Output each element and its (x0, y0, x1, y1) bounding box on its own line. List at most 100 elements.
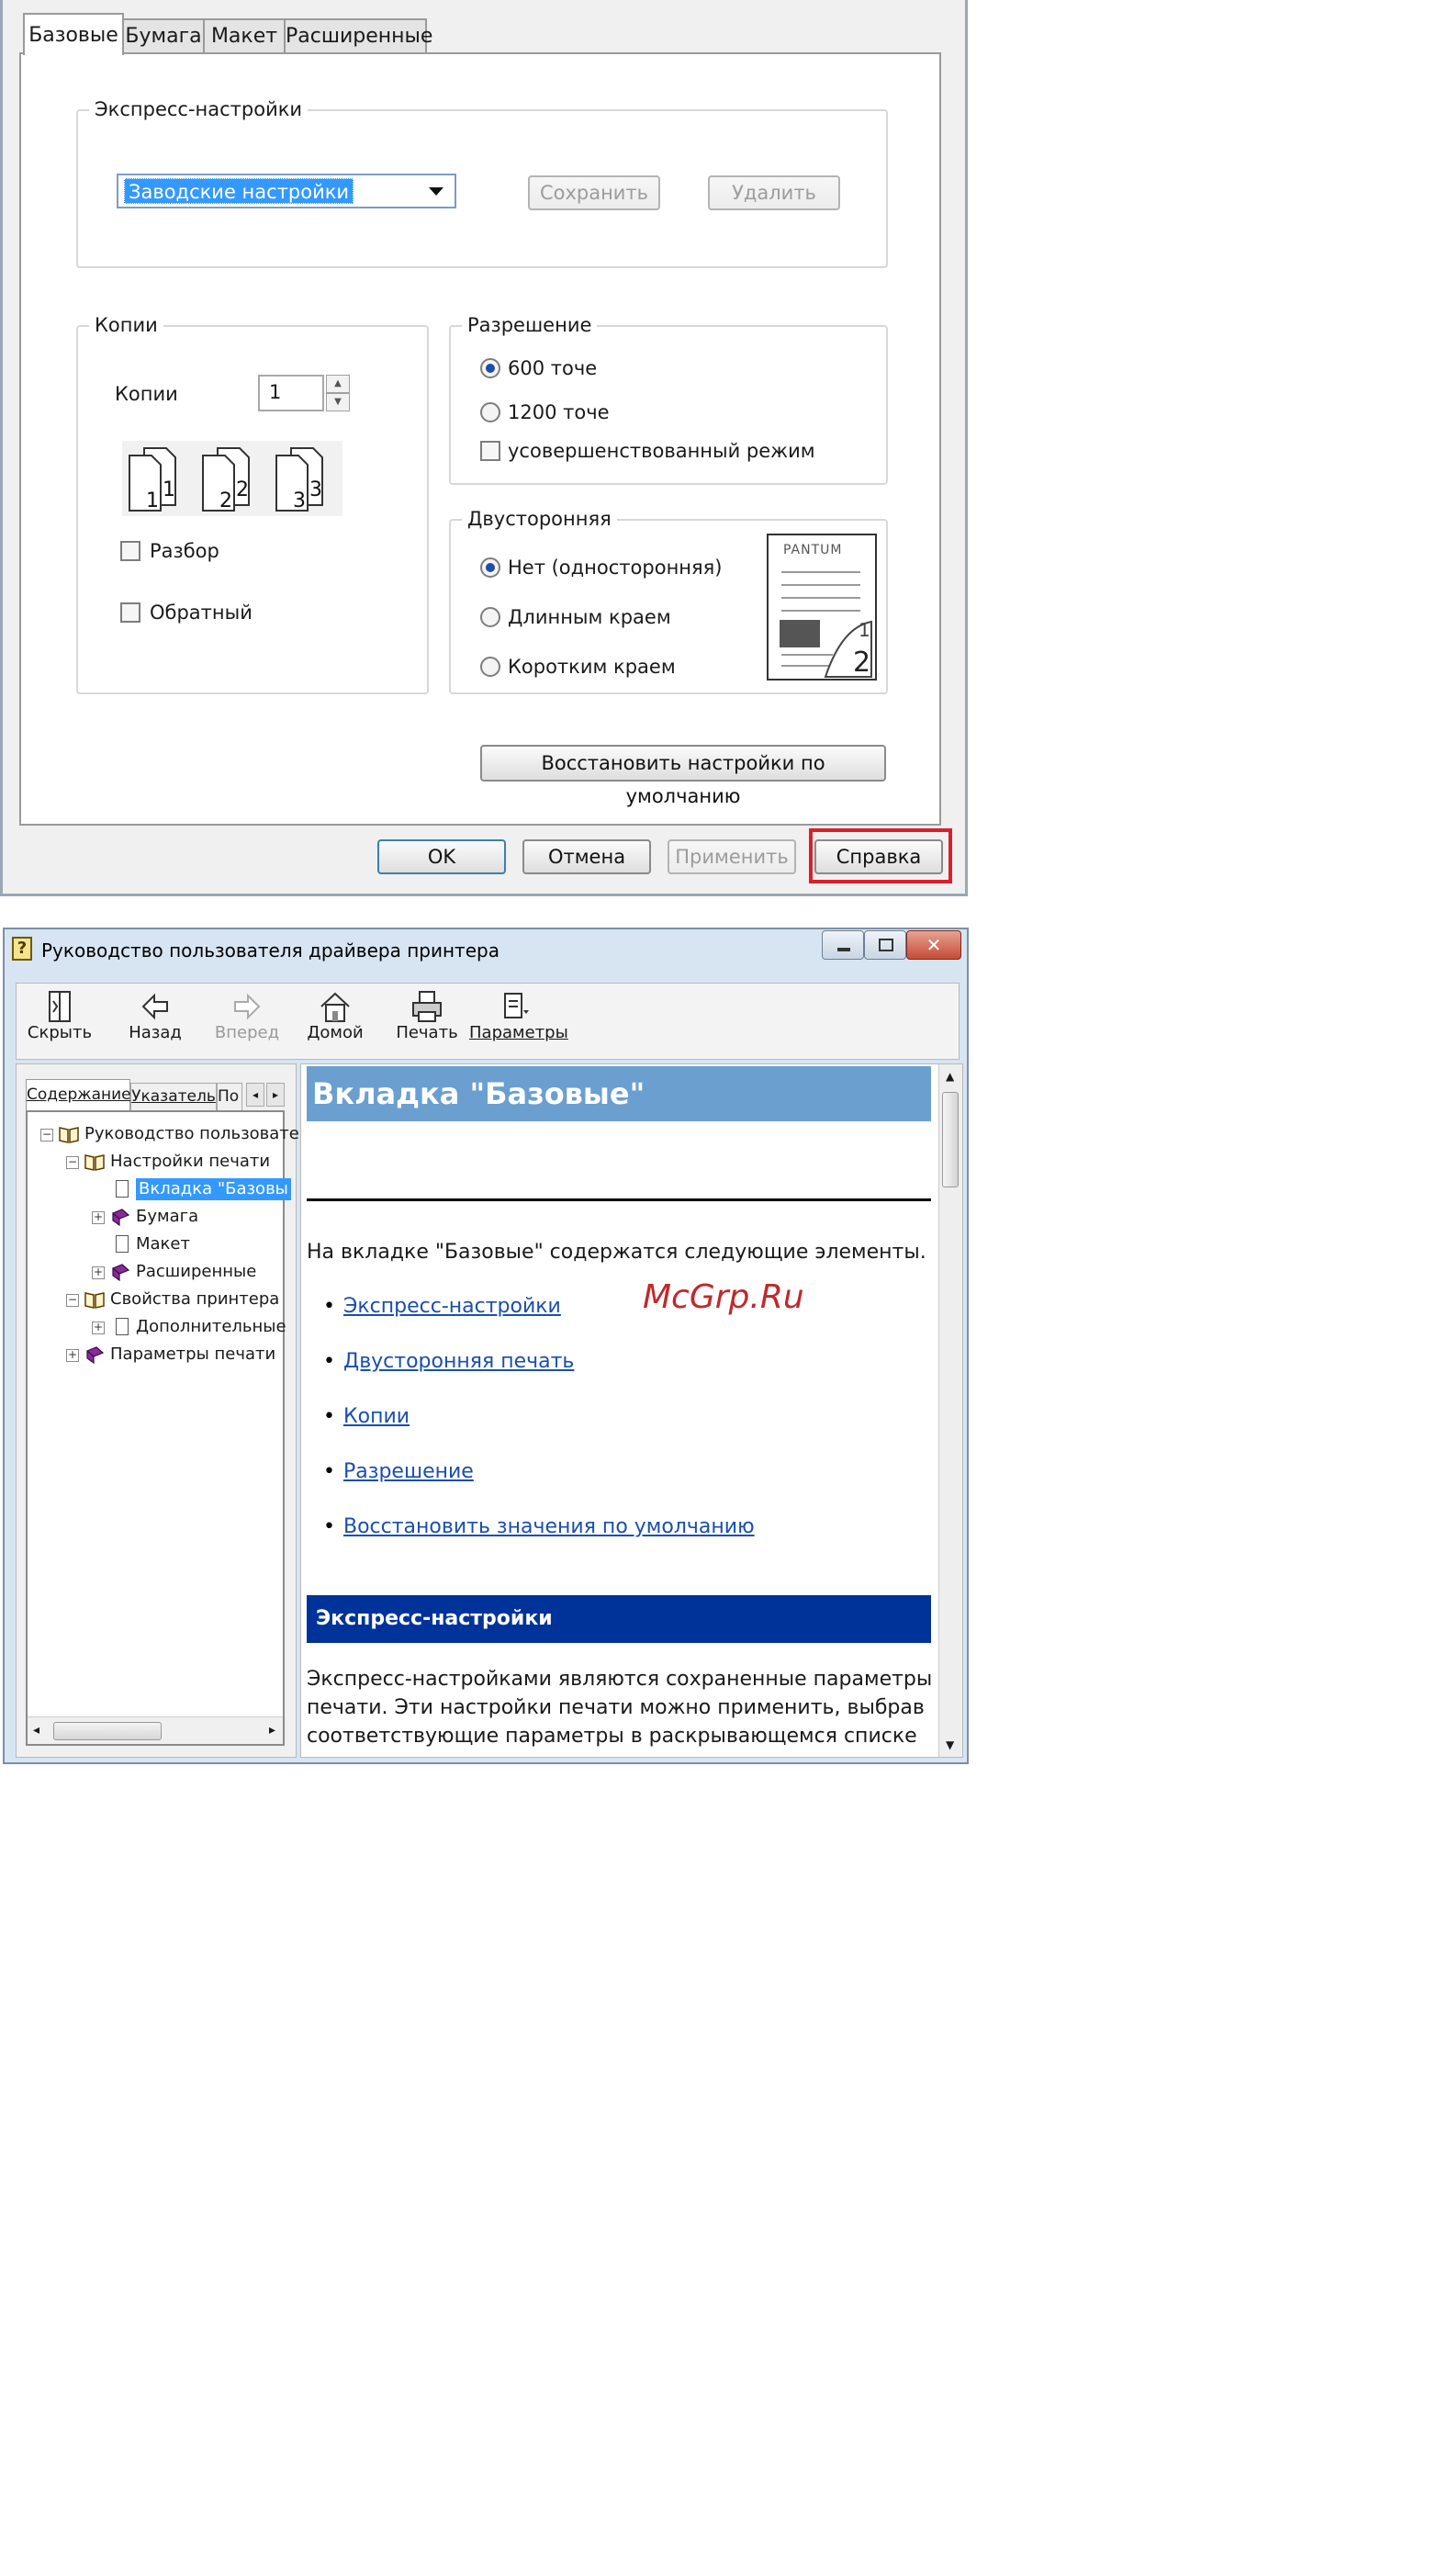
scroll-right-arrow-icon[interactable]: ▸ (269, 1723, 275, 1738)
navigation-pane: Содержание Указатель По ◂ ▸ − Руководств… (16, 1063, 299, 1758)
tree-expand-icon[interactable]: + (66, 1349, 79, 1362)
tree-collapse-icon[interactable]: − (66, 1156, 79, 1169)
resolution-600-label: 600 точе (508, 357, 598, 379)
svg-text:1: 1 (163, 478, 175, 501)
duplex-page-icon: 2 1 (780, 571, 872, 679)
options-toolbar-button[interactable]: Параметры (469, 990, 568, 1052)
copies-group-title: Копии (89, 313, 163, 337)
arrow-left-icon (141, 993, 168, 1020)
delete-preset-button[interactable]: Удалить (708, 175, 840, 210)
scroll-up-arrow-icon[interactable]: ▲ (946, 1070, 954, 1083)
chevron-down-icon[interactable] (429, 187, 443, 196)
maximize-icon (879, 939, 893, 951)
reverse-checkbox[interactable] (120, 602, 140, 623)
tree-expand-icon[interactable]: + (92, 1266, 105, 1279)
reverse-label: Обратный (150, 602, 253, 624)
help-button[interactable]: Справка (814, 839, 943, 874)
resolution-group: Разрешение 600 точе 1200 точе усовершенс… (449, 313, 888, 485)
minimize-icon (837, 948, 850, 951)
printer-icon (412, 991, 442, 1022)
ok-button[interactable]: OK (377, 839, 506, 874)
collate-label: Разбор (150, 540, 219, 562)
duplex-short-edge-radio[interactable] (480, 657, 500, 677)
tree-item-user-guide[interactable]: Руководство пользовате (84, 1123, 299, 1145)
tab-basic[interactable]: Базовые (23, 13, 124, 55)
scroll-down-arrow-icon[interactable]: ▼ (946, 1738, 954, 1751)
svg-text:3: 3 (309, 478, 322, 501)
forward-label: Вперед (214, 1023, 280, 1042)
content-vertical-scrollbar[interactable]: ▲ ▼ (938, 1064, 962, 1757)
duplex-group: Двусторонняя Нет (односторонняя) Длинным… (449, 507, 888, 694)
enhanced-mode-checkbox[interactable] (480, 441, 500, 461)
link-copies[interactable]: Копии (343, 1405, 410, 1428)
save-preset-button[interactable]: Сохранить (528, 175, 660, 210)
tab-layout[interactable]: Макет (203, 18, 286, 53)
back-toolbar-button[interactable]: Назад (118, 990, 192, 1052)
maximize-button[interactable] (864, 930, 906, 960)
tree-item-layout[interactable]: Макет (136, 1233, 190, 1255)
tree-item-basic-tab[interactable]: Вкладка "Базовы (136, 1178, 291, 1200)
tab-paper[interactable]: Бумага (122, 18, 205, 53)
resolution-1200-label: 1200 точе (508, 401, 610, 423)
tab-search[interactable]: По (217, 1083, 242, 1110)
home-label: Домой (307, 1023, 364, 1042)
page-icon (116, 1235, 129, 1253)
copies-value: 1 (269, 381, 282, 403)
apply-button[interactable]: Применить (668, 839, 796, 874)
section-line-1: Экспресс-настройками являются сохраненны… (307, 1668, 933, 1691)
express-settings-group: Экспресс-настройки Заводские настройки С… (76, 97, 888, 268)
tree-item-advanced[interactable]: Расширенные (136, 1261, 256, 1283)
scrollbar-thumb[interactable] (942, 1092, 959, 1187)
stepper-down-icon[interactable]: ▼ (326, 393, 350, 411)
scroll-left-arrow-icon[interactable]: ◂ (33, 1723, 39, 1738)
home-toolbar-button[interactable]: Домой (302, 990, 368, 1052)
open-book-icon (59, 1127, 79, 1143)
tab-contents[interactable]: Содержание (26, 1079, 131, 1110)
tree-expand-icon[interactable]: + (92, 1211, 105, 1224)
copies-label: Копии (115, 383, 178, 405)
closed-book-icon (111, 1264, 130, 1281)
tab-advanced[interactable]: Расширенные (284, 18, 432, 53)
tree-collapse-icon[interactable]: − (40, 1129, 53, 1142)
tree-item-additional[interactable]: Дополнительные (136, 1316, 286, 1338)
scrollbar-thumb[interactable] (53, 1722, 162, 1740)
list-item: Копии (323, 1404, 410, 1430)
svg-text:2: 2 (219, 489, 232, 512)
tab-scroll-left-icon[interactable]: ◂ (246, 1083, 264, 1107)
resolution-1200-radio[interactable] (480, 402, 500, 422)
link-duplex-printing[interactable]: Двусторонняя печать (343, 1350, 574, 1373)
collate-pages-icon: 11 22 33 (122, 441, 342, 516)
tree-expand-icon[interactable]: + (92, 1322, 105, 1334)
collate-checkbox[interactable] (120, 541, 140, 561)
tree-item-paper[interactable]: Бумага (136, 1206, 198, 1228)
restore-defaults-button[interactable]: Восстановить настройки по умолчанию (480, 745, 886, 807)
copies-input[interactable]: 1 (258, 375, 324, 411)
list-item: Двусторонняя печать (323, 1349, 574, 1375)
watermark: McGrp.Ru (643, 1278, 804, 1316)
tab-panel: Экспресс-настройки Заводские настройки С… (19, 52, 941, 826)
resolution-600-radio[interactable] (480, 358, 500, 378)
express-settings-select[interactable]: Заводские настройки (117, 174, 456, 208)
tree-collapse-icon[interactable]: − (66, 1294, 79, 1307)
tree-item-printer-properties[interactable]: Свойства принтера (110, 1288, 279, 1310)
options-label: Параметры (469, 1023, 568, 1042)
forward-toolbar-button[interactable]: Вперед (210, 990, 284, 1052)
tree-item-print-parameters[interactable]: Параметры печати (110, 1344, 275, 1366)
duplex-none-radio[interactable] (480, 557, 500, 578)
link-express-settings[interactable]: Экспресс-настройки (343, 1295, 561, 1318)
cancel-button[interactable]: Отмена (522, 839, 651, 874)
tab-scroll-right-icon[interactable]: ▸ (266, 1083, 285, 1107)
stepper-up-icon[interactable]: ▲ (326, 375, 350, 393)
hide-toolbar-button[interactable]: Скрыть (23, 990, 96, 1052)
tree-horizontal-scrollbar[interactable]: ◂ ▸ (28, 1716, 283, 1744)
tab-index[interactable]: Указатель (130, 1083, 217, 1110)
duplex-long-edge-radio[interactable] (480, 607, 500, 627)
link-resolution[interactable]: Разрешение (343, 1460, 474, 1483)
link-restore-defaults[interactable]: Восстановить значения по умолчанию (343, 1515, 755, 1538)
section-line-3: соответствующие параметры в раскрывающем… (307, 1725, 917, 1748)
tree-item-print-settings[interactable]: Настройки печати (110, 1151, 270, 1173)
back-label: Назад (129, 1023, 182, 1042)
minimize-button[interactable] (822, 930, 864, 960)
close-icon[interactable]: ✕ (906, 930, 961, 960)
print-toolbar-button[interactable]: Печать (390, 990, 464, 1052)
